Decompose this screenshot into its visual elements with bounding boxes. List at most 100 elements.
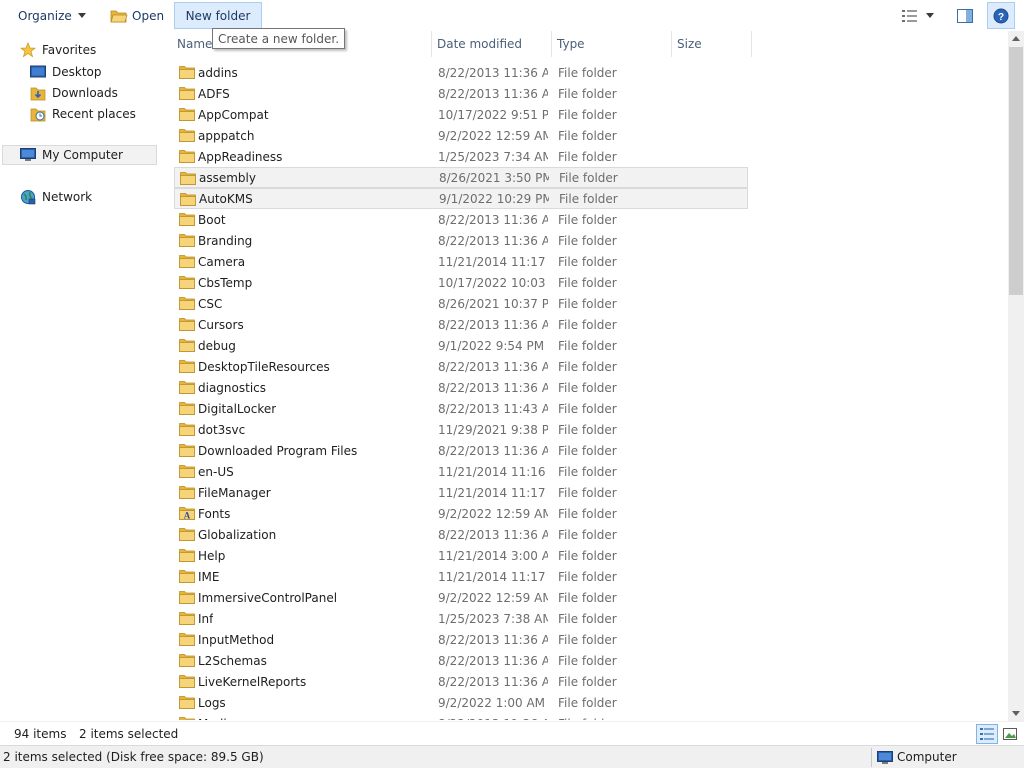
scroll-up-icon[interactable] (1012, 36, 1020, 41)
open-label: Open (132, 8, 165, 23)
column-header-size[interactable]: Size (672, 31, 752, 57)
file-row[interactable]: DesktopTileResources 8/22/2013 11:36 AM Fi… (174, 356, 748, 377)
file-row[interactable]: assembly 8/26/2021 3:50 PM File folder (174, 167, 748, 188)
file-name: InputMethod (198, 632, 275, 647)
file-name: Globalization (198, 527, 277, 542)
file-row[interactable]: LiveKernelReports 8/22/2013 11:36 AM File … (174, 671, 748, 692)
folder-icon (179, 381, 195, 394)
computer-icon (20, 148, 36, 161)
file-type: File folder (558, 548, 617, 563)
column-header-type[interactable]: Type (552, 31, 672, 57)
file-row[interactable]: CbsTemp 10/17/2022 10:03 ... File folder (174, 272, 748, 293)
file-row[interactable]: diagnostics 8/22/2013 11:36 AM File folder (174, 377, 748, 398)
nav-favorites[interactable]: Favorites (20, 40, 96, 60)
status-divider (871, 748, 872, 767)
file-name: Fonts (198, 506, 231, 521)
vertical-scrollbar[interactable] (1008, 31, 1024, 721)
file-row[interactable]: addins 8/22/2013 11:36 AM File folder (174, 62, 748, 83)
file-name: addins (198, 65, 238, 80)
file-type: File folder (559, 191, 618, 206)
details-view-icon (980, 728, 994, 740)
file-row[interactable]: A Fonts 9/2/2022 12:59 AM File folder (174, 503, 748, 524)
folder-icon (179, 717, 195, 720)
folder-icon (179, 213, 195, 226)
open-button[interactable]: Open (102, 2, 172, 29)
file-date-modified: 8/22/2013 11:36 AM (438, 527, 548, 542)
file-date-modified: 8/22/2013 11:36 AM (438, 380, 548, 395)
folder-icon (179, 549, 195, 562)
file-name: DesktopTileResources (198, 359, 330, 374)
star-icon (20, 42, 36, 58)
file-type: File folder (558, 422, 617, 437)
file-type: File folder (558, 380, 617, 395)
file-row[interactable]: ADFS 8/22/2013 11:36 AM File folder (174, 83, 748, 104)
large-icons-view-button[interactable] (999, 724, 1021, 744)
nav-recent-places[interactable]: Recent places (30, 104, 136, 124)
new-folder-label: New folder (185, 8, 251, 23)
file-row[interactable]: AppReadiness 1/25/2023 7:34 AM File folder (174, 146, 748, 167)
folder-icon (179, 339, 195, 352)
file-date-modified: 9/1/2022 9:54 PM (438, 338, 545, 353)
file-row[interactable]: Globalization 8/22/2013 11:36 AM File fold… (174, 524, 748, 545)
file-row[interactable]: Inf 1/25/2023 7:38 AM File folder (174, 608, 748, 629)
column-header-date-modified[interactable]: Date modified (432, 31, 552, 57)
file-row[interactable]: AppCompat 10/17/2022 9:51 PM File folder (174, 104, 748, 125)
file-row[interactable]: InputMethod 8/22/2013 11:36 AM File folder (174, 629, 748, 650)
open-folder-icon (110, 10, 128, 23)
file-row[interactable]: DigitalLocker 8/22/2013 11:43 AM File fold… (174, 398, 748, 419)
file-row[interactable]: Logs 9/2/2022 1:00 AM File folder (174, 692, 748, 713)
file-date-modified: 8/22/2013 11:36 AM (438, 233, 548, 248)
folder-icon (179, 234, 195, 247)
file-name: CSC (198, 296, 223, 311)
folder-icon (179, 486, 195, 499)
file-row[interactable]: L2Schemas 8/22/2013 11:36 AM File folder (174, 650, 748, 671)
file-row[interactable]: FileManager 11/21/2014 11:17 ... File fold… (174, 482, 748, 503)
file-row[interactable]: en-US 11/21/2014 11:16 ... File folder (174, 461, 748, 482)
details-view-button[interactable] (976, 724, 998, 744)
file-row[interactable]: Branding 8/22/2013 11:36 AM File folder (174, 230, 748, 251)
nav-network[interactable]: Network (20, 187, 92, 207)
file-row[interactable]: debug 9/1/2022 9:54 PM File folder (174, 335, 748, 356)
file-row[interactable]: Downloaded Program Files 8/22/2013 11:36 … (174, 440, 748, 461)
my-computer-label: My Computer (42, 148, 123, 162)
file-row[interactable]: Camera 11/21/2014 11:17 ... File folder (174, 251, 748, 272)
nav-downloads[interactable]: Downloads (30, 83, 118, 103)
folder-icon (179, 654, 195, 667)
file-type: File folder (558, 338, 617, 353)
change-view-button[interactable] (898, 2, 938, 29)
selected-count: 2 items selected (79, 727, 179, 741)
file-date-modified: 8/22/2013 11:36 AM (438, 632, 548, 647)
nav-my-computer[interactable]: My Computer (2, 145, 157, 165)
file-row[interactable]: CSC 8/26/2021 10:37 PM File folder (174, 293, 748, 314)
file-type: File folder (558, 611, 617, 626)
desktop-label: Desktop (52, 65, 102, 79)
scroll-down-icon[interactable] (1012, 711, 1020, 716)
nav-desktop[interactable]: Desktop (30, 62, 102, 82)
file-date-modified: 8/22/2013 11:36 AM (438, 717, 548, 721)
file-row[interactable]: AutoKMS 9/1/2022 10:29 PM File folder (174, 188, 748, 209)
file-row[interactable]: ImmersiveControlPanel 9/2/2022 12:59 AM Fi… (174, 587, 748, 608)
file-type: File folder (558, 695, 617, 710)
help-button[interactable]: ? (987, 2, 1015, 29)
file-row[interactable]: Cursors 8/22/2013 11:36 AM File folder (174, 314, 748, 335)
downloads-folder-icon (30, 87, 46, 101)
file-row[interactable]: apppatch 9/2/2022 12:59 AM File folder (174, 125, 748, 146)
file-name: diagnostics (198, 380, 267, 395)
file-name: AutoKMS (199, 191, 253, 206)
folder-icon (179, 591, 195, 604)
preview-pane-button[interactable] (953, 2, 977, 29)
file-row[interactable]: Media 8/22/2013 11:36 AM File folder (174, 713, 748, 720)
file-row[interactable]: dot3svc 11/29/2021 9:38 PM File folder (174, 419, 748, 440)
svg-text:?: ? (998, 12, 1004, 23)
command-bar: Organize Open New folder ? (0, 0, 1024, 31)
organize-button[interactable]: Organize (10, 2, 94, 29)
file-row[interactable]: Help 11/21/2014 3:00 AM File folder (174, 545, 748, 566)
file-date-modified: 1/25/2023 7:38 AM (438, 611, 548, 626)
folder-icon (179, 612, 195, 625)
file-date-modified: 8/26/2021 10:37 PM (438, 296, 548, 311)
new-folder-button[interactable]: New folder (174, 2, 262, 29)
file-row[interactable]: IME 11/21/2014 11:17 ... File folder (174, 566, 748, 587)
scrollbar-thumb[interactable] (1009, 47, 1023, 295)
computer-icon (877, 751, 893, 764)
file-row[interactable]: Boot 8/22/2013 11:36 AM File folder (174, 209, 748, 230)
